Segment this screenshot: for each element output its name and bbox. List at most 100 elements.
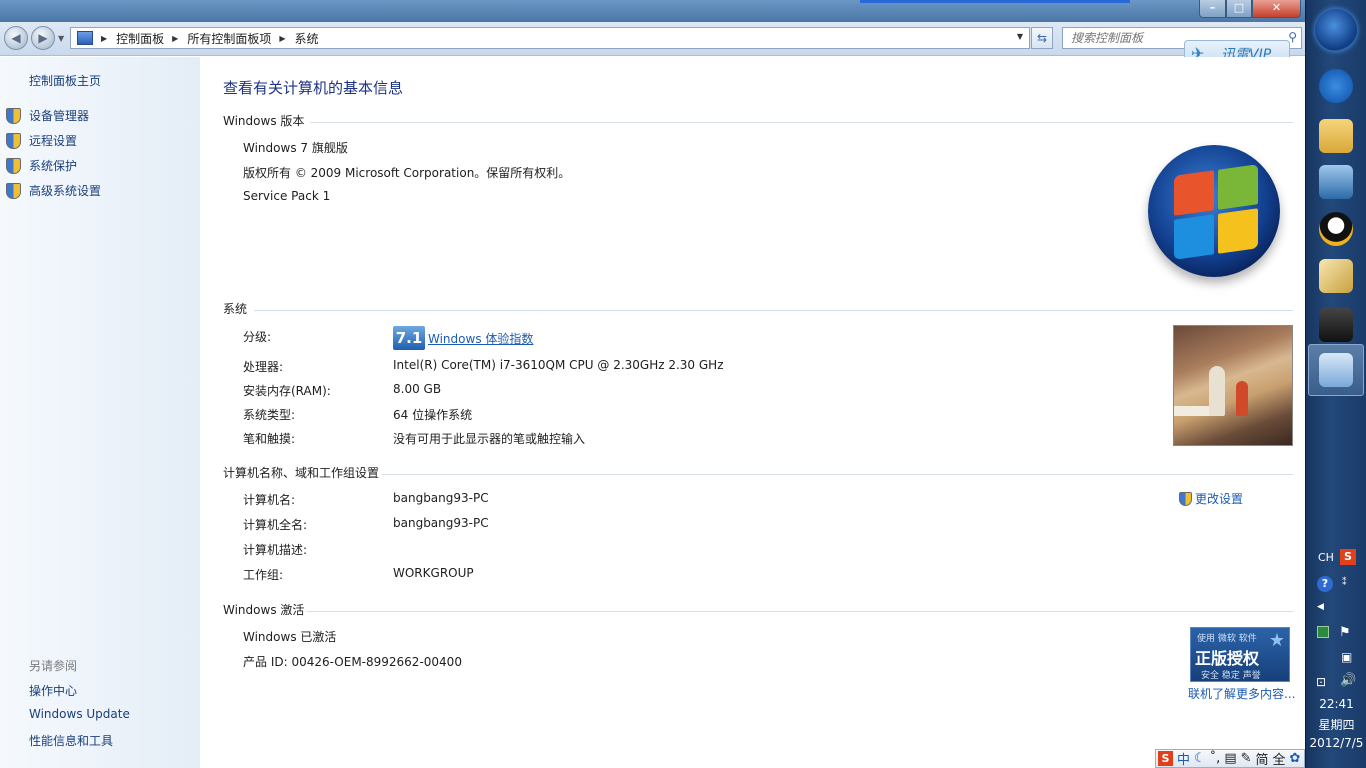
oem-logo-image: [1173, 325, 1293, 446]
control-panel-icon: [77, 31, 93, 45]
camera-icon: [1319, 308, 1353, 342]
show-hidden-icons-icon[interactable]: ◀: [1317, 602, 1324, 612]
shield-icon: [1179, 491, 1192, 506]
breadcrumb-arrow-icon[interactable]: ▶: [172, 34, 178, 43]
shield-icon: [6, 132, 21, 149]
rating-label: 分级:: [243, 330, 272, 344]
clock-date[interactable]: 2012/7/5: [1306, 736, 1366, 750]
maximize-button[interactable]: □: [1226, 0, 1252, 18]
genuine-line3: 安全 稳定 声誉: [1201, 671, 1261, 681]
ime-moon-icon[interactable]: ☾: [1194, 751, 1206, 766]
action-center-flag-icon[interactable]: ⚑: [1339, 625, 1351, 640]
shield-icon: [6, 107, 21, 124]
address-dropdown-icon[interactable]: ▼: [1017, 32, 1023, 41]
see-also-windows-update[interactable]: Windows Update: [29, 707, 130, 721]
change-settings-label: 更改设置: [1195, 492, 1244, 506]
see-also-header: 另请参阅: [29, 659, 78, 673]
edition-name: Windows 7 旗舰版: [243, 141, 348, 155]
full-name-label: 计算机全名:: [243, 518, 308, 532]
minimize-button[interactable]: –: [1199, 0, 1226, 18]
workgroup-label: 工作组:: [243, 568, 284, 582]
safely-remove-icon[interactable]: ▣: [1341, 650, 1352, 664]
breadcrumb-all-items[interactable]: 所有控制面板项: [187, 30, 271, 47]
breadcrumb-system[interactable]: 系统: [295, 30, 319, 47]
activation-section-header: Windows 激活: [223, 603, 305, 617]
ime-simplified[interactable]: 简: [1256, 749, 1269, 768]
volume-icon[interactable]: 🔊: [1340, 673, 1356, 688]
navigation-bar: ◀ ▶ ▼ ▶ 控制面板 ▶ 所有控制面板项 ▶ 系统 ▼ ⇆ ⚲: [0, 22, 1305, 56]
computer-name-value: bangbang93-PC: [393, 491, 489, 505]
clock-day[interactable]: 星期四: [1306, 716, 1366, 733]
page-title: 查看有关计算机的基本信息: [223, 79, 404, 97]
change-settings-link[interactable]: 更改设置: [1179, 490, 1243, 507]
star-icon: ★: [1268, 630, 1285, 651]
sidebar-item-label: 远程设置: [29, 134, 78, 148]
learn-more-online-link[interactable]: 联机了解更多内容...: [1188, 685, 1295, 702]
sidebar-item-label: 高级系统设置: [29, 184, 102, 198]
experience-index-score[interactable]: 7.1: [393, 326, 425, 350]
ime-mode-chinese[interactable]: 中: [1177, 749, 1190, 768]
green-tray-icon[interactable]: [1317, 626, 1329, 638]
ime-toolbar: S 中 ☾ ˚, ▤ ✎ 简 全 ✿: [1155, 749, 1305, 768]
sidebar-item-label: 系统保护: [29, 159, 78, 173]
control-panel-icon: [1319, 353, 1353, 387]
system-type-label: 系统类型:: [243, 408, 296, 422]
processor-value: Intel(R) Core(TM) i7-3610QM CPU @ 2.30GH…: [393, 358, 724, 372]
forward-button[interactable]: ▶: [31, 26, 55, 50]
system-section-header: 系统: [223, 302, 248, 316]
sidebar-item-remote-settings[interactable]: 远程设置: [6, 132, 77, 149]
system-type-value: 64 位操作系统: [393, 408, 473, 422]
clock-time[interactable]: 22:41: [1306, 697, 1366, 711]
service-pack: Service Pack 1: [243, 189, 331, 203]
see-also-performance-tools[interactable]: 性能信息和工具: [29, 732, 113, 749]
section-divider: [310, 122, 1293, 123]
pen-touch-value: 没有可用于此显示器的笔或触控输入: [393, 432, 586, 446]
breadcrumb-arrow-icon[interactable]: ▶: [279, 34, 285, 43]
start-button[interactable]: [1315, 9, 1357, 51]
recent-pages-dropdown-icon[interactable]: ▼: [58, 34, 64, 43]
refresh-button[interactable]: ⇆: [1031, 27, 1053, 49]
control-panel-home-link[interactable]: 控制面板主页: [29, 72, 101, 89]
sidebar-item-device-manager[interactable]: 设备管理器: [6, 107, 89, 124]
workgroup-value: WORKGROUP: [393, 566, 474, 580]
product-id: 产品 ID: 00426-OEM-8992662-00400: [243, 655, 462, 669]
shield-icon: [6, 157, 21, 174]
genuine-line1: 使用 微软 软件: [1197, 634, 1257, 644]
sidebar-item-advanced-settings[interactable]: 高级系统设置: [6, 182, 101, 199]
ime-skin-icon[interactable]: ✿: [1290, 751, 1301, 766]
shield-icon: [6, 182, 21, 199]
ime-fullwidth[interactable]: 全: [1273, 749, 1286, 768]
network-icon[interactable]: ⊡: [1316, 675, 1326, 689]
task-sidebar: 控制面板主页 设备管理器 远程设置 系统保护 高级系统设置 另请参阅 操作中心 …: [0, 57, 200, 768]
breadcrumb-arrow-icon[interactable]: ▶: [101, 34, 107, 43]
windows-logo: [1148, 145, 1280, 277]
experience-index-link[interactable]: Windows 体验指数: [428, 330, 533, 347]
breadcrumb-control-panel[interactable]: 控制面板: [116, 30, 164, 47]
processor-label: 处理器:: [243, 360, 284, 374]
sogou-logo-icon[interactable]: S: [1158, 751, 1173, 766]
language-indicator[interactable]: CH: [1318, 551, 1334, 564]
ram-label: 安装内存(RAM):: [243, 384, 331, 398]
address-bar[interactable]: ▶ 控制面板 ▶ 所有控制面板项 ▶ 系统 ▼: [70, 27, 1030, 49]
oem-image-figure: [1209, 366, 1225, 416]
tray-options-icon[interactable]: ⁑: [1342, 578, 1347, 588]
ime-tools-icon[interactable]: ✎: [1241, 751, 1252, 766]
qq-penguin-icon: [1319, 212, 1353, 246]
see-also-action-center[interactable]: 操作中心: [29, 682, 77, 699]
ime-keyboard-icon[interactable]: ▤: [1224, 751, 1236, 766]
sogou-ime-icon[interactable]: S: [1340, 549, 1356, 565]
back-button[interactable]: ◀: [4, 26, 28, 50]
kmplayer-icon: [1319, 165, 1353, 199]
sidebar-item-system-protection[interactable]: 系统保护: [6, 157, 77, 174]
oem-image-detail: [1174, 406, 1214, 416]
help-tray-icon[interactable]: ?: [1317, 576, 1333, 592]
close-button[interactable]: ✕: [1252, 0, 1301, 18]
description-label: 计算机描述:: [243, 543, 308, 557]
taskbar: CH S ? ⁑ ◀ ⚑ ▣ ⊡ 🔊 22:41 星期四 2012/7/5: [1305, 0, 1366, 768]
section-divider: [254, 310, 1293, 311]
genuine-software-badge[interactable]: 使用 微软 软件 正版授权 安全 稳定 声誉 ★: [1190, 627, 1290, 682]
ram-value: 8.00 GB: [393, 382, 442, 396]
main-content: 查看有关计算机的基本信息 Windows 版本 Windows 7 旗舰版 版权…: [200, 57, 1305, 768]
ime-punct-icon[interactable]: ˚,: [1210, 751, 1221, 766]
taskbar-control-panel[interactable]: [1308, 344, 1364, 396]
